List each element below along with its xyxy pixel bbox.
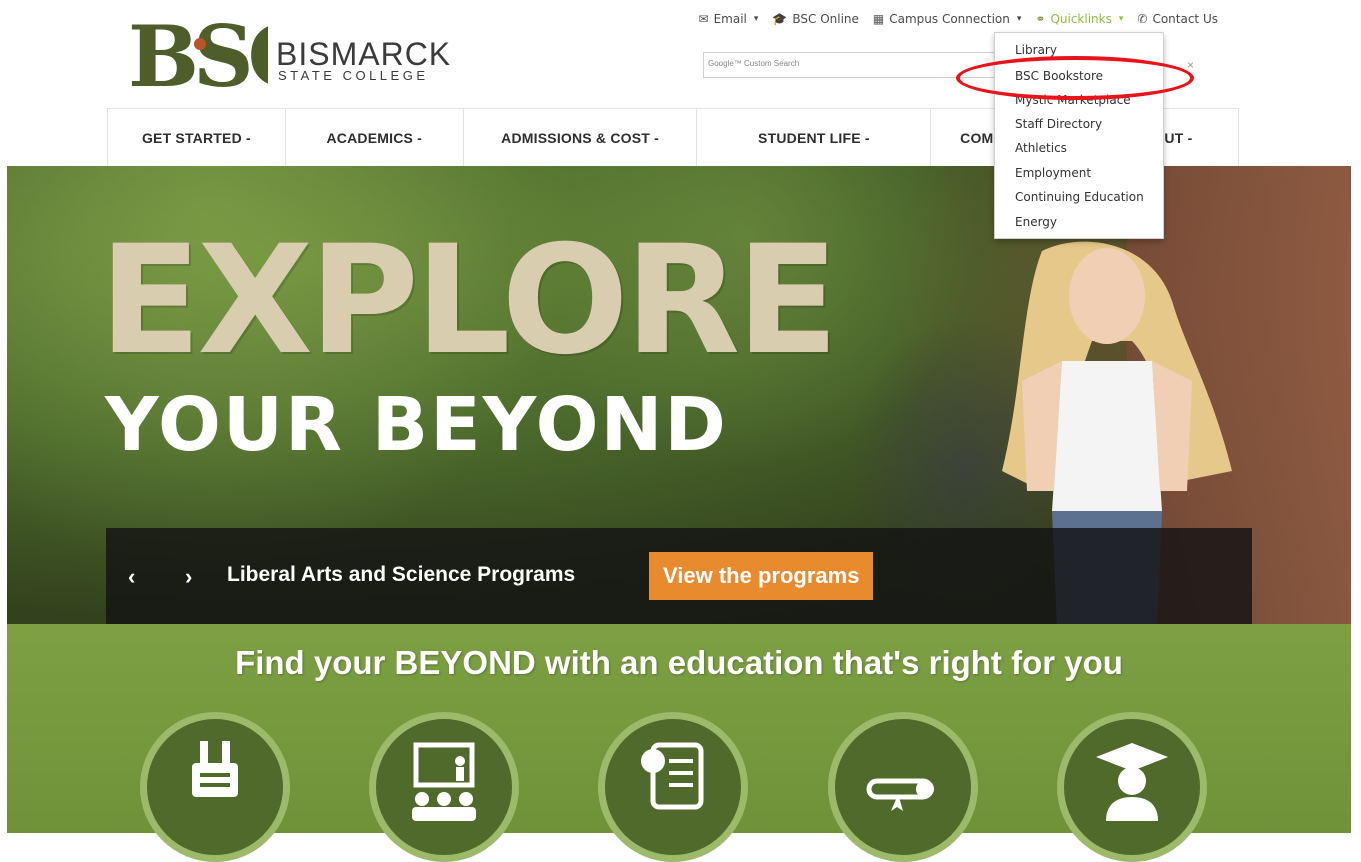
bsc-online-link[interactable]: 🎓 BSC Online bbox=[772, 12, 859, 26]
contact-us-label: Contact Us bbox=[1152, 12, 1218, 26]
graduate-icon bbox=[1096, 743, 1168, 821]
certificate-scroll-icon bbox=[641, 742, 704, 810]
hero-caption-bar: ‹ › Liberal Arts and Science Programs Vi… bbox=[106, 528, 1252, 624]
nav-label: ACADEMICS bbox=[326, 130, 414, 146]
view-programs-button[interactable]: View the programs bbox=[649, 552, 874, 600]
slide-prev-button[interactable]: ‹ bbox=[128, 564, 135, 590]
email-label: Email bbox=[713, 12, 747, 26]
quicklink-library[interactable]: Library bbox=[1015, 43, 1057, 57]
diploma-icon bbox=[866, 778, 934, 811]
band-title: Find your BEYOND with an education that'… bbox=[235, 644, 1123, 681]
contact-us-link[interactable]: ✆ Contact Us bbox=[1137, 12, 1218, 26]
nav-label: STUDENT LIFE bbox=[758, 130, 861, 146]
certificate-program-button[interactable] bbox=[598, 712, 748, 862]
nav-caret: - bbox=[246, 130, 251, 146]
quicklink-staff-directory[interactable]: Staff Directory bbox=[1015, 117, 1102, 131]
degree-program-button[interactable] bbox=[828, 712, 978, 862]
hero-headline: EXPLORE bbox=[99, 214, 839, 388]
nav-academics[interactable]: ACADEMICS - bbox=[286, 109, 464, 167]
chevron-down-icon: ▾ bbox=[753, 14, 759, 24]
search-placeholder: Google™ Custom Search bbox=[708, 59, 800, 68]
phone-icon: ✆ bbox=[1137, 12, 1148, 26]
nav-label: ADMISSIONS & COST bbox=[501, 130, 651, 146]
quicklink-employment[interactable]: Employment bbox=[1015, 166, 1091, 180]
envelope-icon: ✉ bbox=[698, 12, 709, 26]
logo-subtitle: STATE COLLEGE bbox=[278, 68, 429, 83]
nav-caret: - bbox=[1187, 130, 1193, 146]
clear-search-icon[interactable]: × bbox=[1187, 58, 1194, 72]
nav-admissions-cost[interactable]: ADMISSIONS & COST - bbox=[464, 109, 698, 167]
quicklinks-menu[interactable]: ⚭ Quicklinks ▾ bbox=[1035, 12, 1123, 26]
chevron-down-icon: ▾ bbox=[1118, 14, 1124, 24]
nav-label: GET STARTED bbox=[141, 130, 242, 146]
quicklink-athletics[interactable]: Athletics bbox=[1015, 141, 1067, 155]
svg-text:BSC: BSC bbox=[128, 14, 268, 98]
slide-caption: Liberal Arts and Science Programs bbox=[227, 563, 576, 586]
email-menu[interactable]: ✉ Email ▾ bbox=[699, 12, 759, 26]
graduation-cap-icon: 🎓 bbox=[772, 12, 788, 26]
bsc-logo-mark-icon: BSC bbox=[128, 14, 268, 98]
plug-icon bbox=[192, 741, 238, 797]
nav-student-life[interactable]: STUDENT LIFE - bbox=[697, 109, 932, 167]
campus-connection-label: Campus Connection bbox=[889, 12, 1010, 26]
nav-caret: - bbox=[417, 130, 423, 146]
online-learning-button[interactable] bbox=[369, 712, 519, 862]
nav-get-started[interactable]: GET STARTED - bbox=[107, 109, 286, 167]
quicklink-energy[interactable]: Energy bbox=[1015, 215, 1057, 229]
education-band: Find your BEYOND with an education that'… bbox=[7, 624, 1351, 862]
highlight-annotation bbox=[956, 56, 1194, 100]
bsc-online-label: BSC Online bbox=[792, 12, 859, 26]
hero-subheadline: YOUR BEYOND bbox=[105, 382, 728, 468]
chevron-down-icon: ▾ bbox=[1016, 14, 1022, 24]
campus-connection-menu[interactable]: ▦ Campus Connection ▾ bbox=[873, 12, 1021, 26]
energy-program-button[interactable] bbox=[140, 712, 290, 862]
grid-icon: ▦ bbox=[872, 12, 885, 26]
slide-next-button[interactable]: › bbox=[185, 564, 192, 590]
utility-nav: ✉ Email ▾ 🎓 BSC Online ▦ Campus Connectio… bbox=[699, 12, 1218, 26]
nav-caret: - bbox=[864, 130, 870, 146]
classroom-icon bbox=[412, 742, 476, 821]
graduate-program-button[interactable] bbox=[1057, 712, 1207, 862]
quicklinks-label: Quicklinks bbox=[1050, 12, 1112, 26]
quicklink-continuing-education[interactable]: Continuing Education bbox=[1015, 190, 1144, 204]
nav-caret: - bbox=[654, 130, 659, 146]
college-logo[interactable]: BSC BISMARCK STATE COLLEGE bbox=[128, 14, 468, 98]
link-icon: ⚭ bbox=[1035, 12, 1046, 26]
